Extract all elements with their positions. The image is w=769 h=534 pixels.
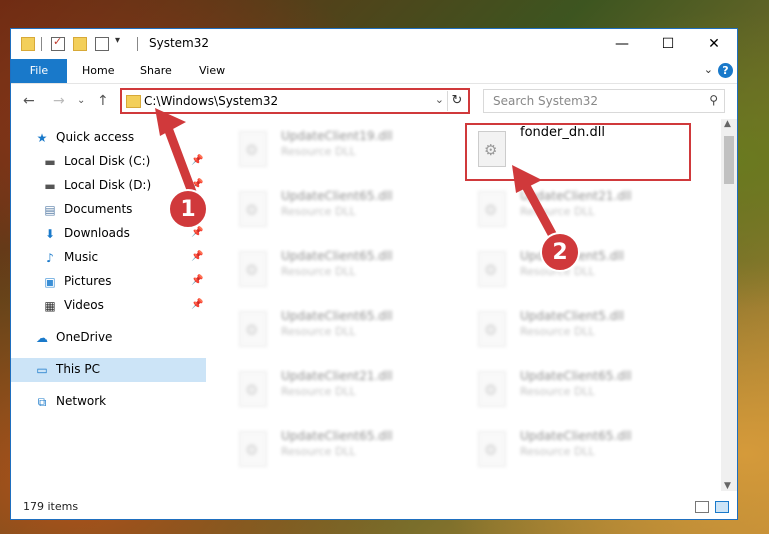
arrow-to-address-bar	[155, 108, 200, 205]
step-badge-2: 2	[540, 232, 580, 272]
annotation-arrows	[155, 108, 563, 250]
step-badge-1: 1	[168, 189, 208, 229]
